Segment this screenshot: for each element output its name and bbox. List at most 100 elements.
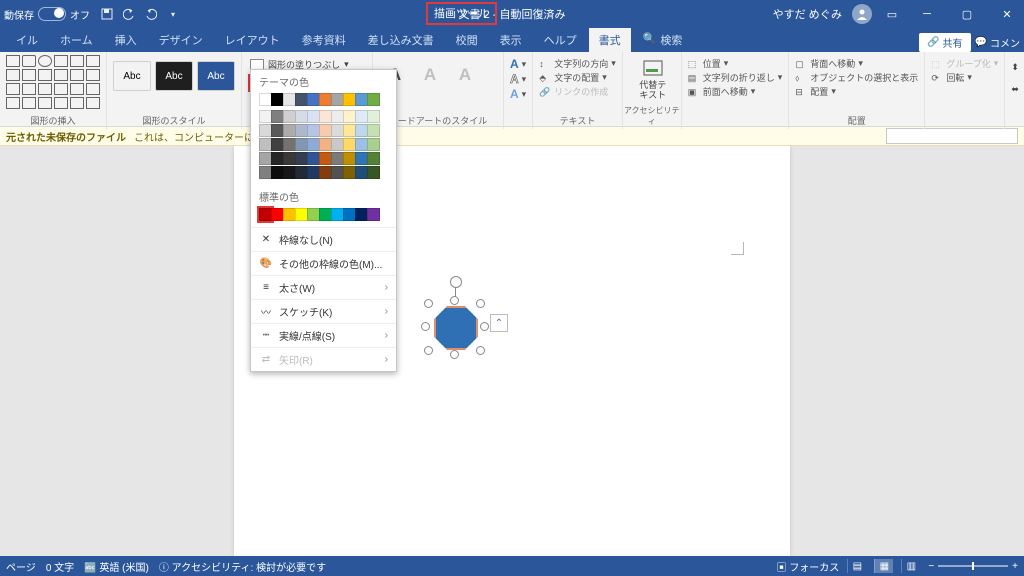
alt-text-button[interactable]: 代替テ キスト <box>629 55 677 105</box>
zoom-out-icon[interactable]: − <box>928 561 934 572</box>
resize-handle[interactable] <box>476 346 485 355</box>
tab-design[interactable]: デザイン <box>149 28 213 52</box>
view-print-icon[interactable]: ▦ <box>874 559 893 573</box>
view-read-icon[interactable]: ▤ <box>847 559 866 573</box>
selected-shape[interactable]: ⌃ <box>424 296 484 356</box>
toggle-icon <box>38 7 66 21</box>
send-backward-button[interactable]: ▢背面へ移動 ▾ <box>795 57 918 70</box>
color-swatch[interactable] <box>367 208 380 221</box>
rotate-button[interactable]: ⟳回転 ▾ <box>931 71 998 84</box>
selection-pane-button[interactable]: ⬨オブジェクトの選択と表示 <box>795 71 918 84</box>
view-web-icon[interactable]: ▥ <box>901 559 920 573</box>
position-button[interactable]: ⬚位置 ▾ <box>688 57 783 70</box>
more-colors-item[interactable]: 🎨その他の枠線の色(M)... <box>251 251 396 275</box>
align-button[interactable]: ⊟配置 ▾ <box>795 85 918 98</box>
a11y-label: アクセシビリティ: 検討が必要です <box>172 563 326 574</box>
zoom-track[interactable] <box>938 565 1008 567</box>
no-outline-item[interactable]: ✕枠線なし(N) <box>251 227 396 251</box>
ribbon-options-icon[interactable]: ▭ <box>882 8 902 21</box>
text-outline-button[interactable]: A▾ <box>510 72 526 86</box>
qat-dropdown-icon[interactable]: ▾ <box>166 7 180 21</box>
resize-handle[interactable] <box>421 322 430 331</box>
sketch-icon: 〰 <box>259 306 273 318</box>
shape-style-2[interactable]: Abc <box>155 61 193 91</box>
status-lang[interactable]: 🔤 英語 (米国) <box>84 559 149 574</box>
tab-references[interactable]: 参考資料 <box>292 28 356 52</box>
weight-item[interactable]: ≡太さ(W)› <box>251 275 396 299</box>
document-workspace[interactable]: ⌃ <box>0 146 1024 556</box>
share-icon: 🔗 <box>927 37 939 48</box>
text-fill-button[interactable]: A▾ <box>510 57 526 71</box>
status-page[interactable]: ページ <box>6 559 36 574</box>
tab-format[interactable]: 書式 <box>589 28 631 52</box>
focus-mode-button[interactable]: ▣ フォーカス <box>777 559 840 574</box>
status-words[interactable]: 0 文字 <box>46 559 74 574</box>
maximize-button[interactable]: ▢ <box>952 0 982 28</box>
tab-home[interactable]: ホーム <box>50 28 103 52</box>
standard-colors-header: 標準の色 <box>251 185 396 206</box>
resize-handle[interactable] <box>424 299 433 308</box>
layout-options-button[interactable]: ⌃ <box>490 314 508 332</box>
resize-handle[interactable] <box>424 346 433 355</box>
tab-file[interactable]: イル <box>6 28 48 52</box>
color-swatch[interactable] <box>367 166 380 179</box>
contextual-tab-label: 描画ツール <box>426 2 497 25</box>
octagon-shape[interactable] <box>434 306 478 350</box>
group-button[interactable]: ⬚グループ化▾ <box>931 57 998 70</box>
zoom-slider[interactable]: − + <box>928 561 1018 572</box>
rotate-handle[interactable] <box>450 276 462 288</box>
tab-layout[interactable]: レイアウト <box>215 28 290 52</box>
dashes-item[interactable]: ┉実線/点線(S)› <box>251 323 396 347</box>
text-direction-button[interactable]: ↕文字列の方向 ▾ <box>539 57 616 70</box>
tab-search[interactable]: 🔍検索 <box>633 28 693 52</box>
color-swatch[interactable] <box>367 110 380 123</box>
tab-mailings[interactable]: 差し込み文書 <box>358 28 444 52</box>
shape-style-3[interactable]: Abc <box>197 61 235 91</box>
bring-forward-button[interactable]: ▣前面へ移動 ▾ <box>688 85 783 98</box>
save-icon[interactable] <box>100 7 114 21</box>
wordart-style-2[interactable]: A <box>414 61 446 89</box>
status-a11y[interactable]: ⓘ アクセシビリティ: 検討が必要です <box>159 559 326 574</box>
group-btn-label: グループ化 <box>946 57 990 70</box>
shapes-gallery[interactable] <box>6 55 100 109</box>
arrows-label: 矢印(R) <box>279 352 313 367</box>
group-icon: ⬚ <box>931 59 943 69</box>
alt-text-label: 代替テ キスト <box>639 81 666 101</box>
minimize-button[interactable]: ─ <box>912 0 942 28</box>
theme-shade-grid[interactable] <box>251 110 396 185</box>
arrows-icon: ⇄ <box>259 354 273 366</box>
undo-icon[interactable] <box>122 7 136 21</box>
link-icon: 🔗 <box>539 87 551 97</box>
wrap-text-button[interactable]: ▤文字列の折り返し ▾ <box>688 71 783 84</box>
theme-color-row[interactable] <box>251 91 396 110</box>
shape-style-1[interactable]: Abc <box>113 61 151 91</box>
zoom-in-icon[interactable]: + <box>1012 561 1018 572</box>
autosave-toggle[interactable]: 動保存 オフ <box>0 7 90 22</box>
tab-insert[interactable]: 挿入 <box>105 28 147 52</box>
standard-color-row[interactable] <box>251 206 396 227</box>
color-swatch[interactable] <box>367 124 380 137</box>
resize-handle[interactable] <box>450 296 459 305</box>
resize-handle[interactable] <box>450 350 459 359</box>
mini-toolbar[interactable] <box>886 128 1018 144</box>
share-button[interactable]: 🔗共有 <box>919 33 970 52</box>
text-effects-button[interactable]: A▾ <box>510 87 526 101</box>
wordart-style-3[interactable]: A <box>449 61 481 89</box>
close-button[interactable]: ✕ <box>992 0 1022 28</box>
user-avatar-icon[interactable] <box>852 4 872 24</box>
resize-handle[interactable] <box>480 322 489 331</box>
sketch-item[interactable]: 〰スケッチ(K)› <box>251 299 396 323</box>
redo-icon[interactable] <box>144 7 158 21</box>
wrap-icon: ▤ <box>688 73 700 83</box>
create-link-button[interactable]: 🔗リンクの作成 <box>539 85 616 98</box>
comments-button[interactable]: 💬コメン <box>975 35 1020 50</box>
search-label: 検索 <box>660 32 682 48</box>
color-swatch[interactable] <box>367 152 380 165</box>
tab-help[interactable]: ヘルプ <box>534 28 587 52</box>
resize-handle[interactable] <box>476 299 485 308</box>
text-align-button[interactable]: ⬘文字の配置 ▾ <box>539 71 616 84</box>
color-swatch[interactable] <box>367 93 380 106</box>
color-swatch[interactable] <box>367 138 380 151</box>
tab-view[interactable]: 表示 <box>490 28 532 52</box>
tab-review[interactable]: 校閲 <box>446 28 488 52</box>
